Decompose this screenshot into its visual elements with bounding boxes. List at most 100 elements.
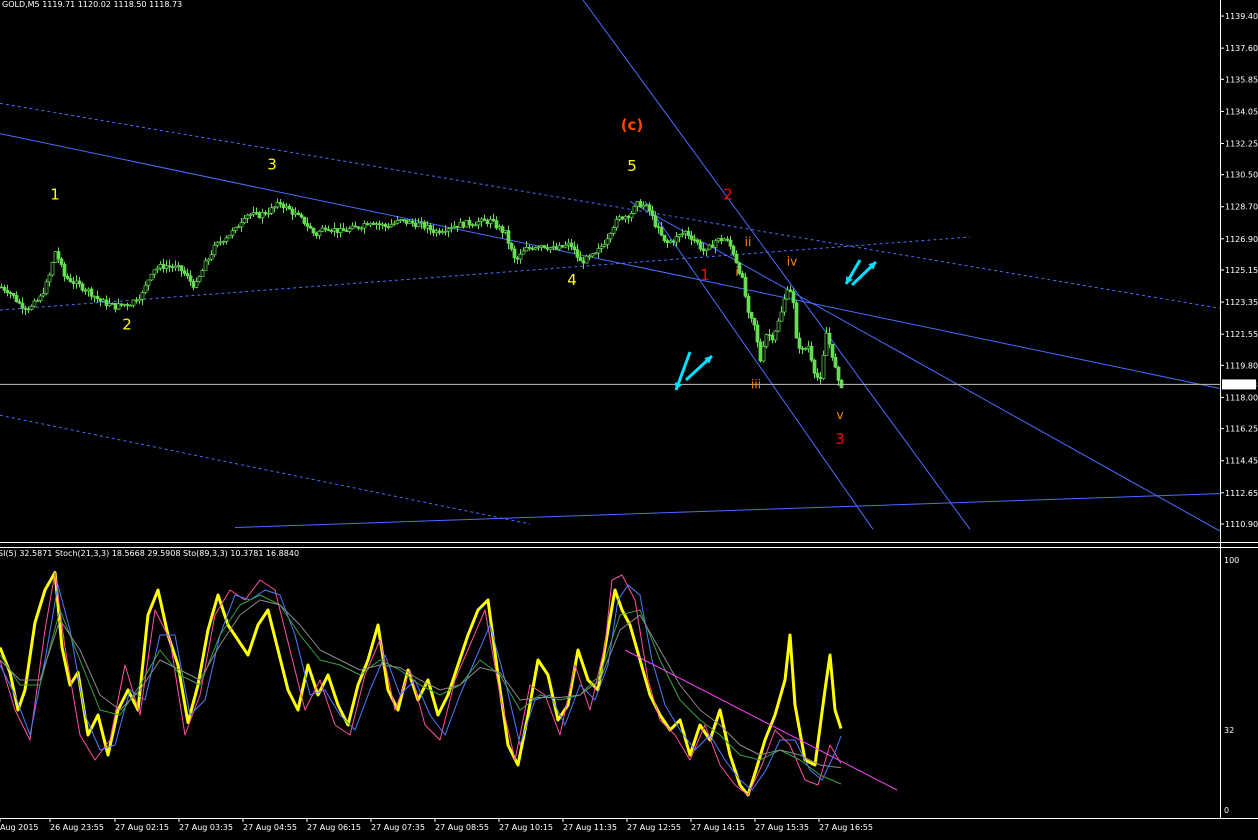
candle-body: [74, 280, 79, 284]
candle-body: [266, 212, 271, 215]
wave-label-5: 5: [627, 157, 637, 175]
candle-body: [11, 293, 16, 296]
candle-body: [581, 260, 586, 264]
trendline-3: [0, 236, 971, 311]
price-tick-label: 1135.85: [1225, 75, 1258, 84]
candle-body: [185, 273, 190, 277]
candle-body: [317, 230, 322, 236]
chart-canvas: 1118.73 12345(c)21 iiiiiiivv3 1139.401137…: [0, 0, 1258, 832]
candle-body: [545, 247, 550, 250]
oscillator-line-4: [0, 594, 842, 785]
oscillator-line-1: [0, 571, 843, 797]
candle-body: [827, 332, 832, 345]
price-tick-label: 1116.25: [1225, 425, 1258, 434]
candle-body: [722, 238, 727, 242]
candle-body: [503, 230, 508, 233]
candle-body: [578, 256, 583, 262]
time-tick-label: Aug 2015: [0, 823, 39, 832]
candle-body: [608, 233, 613, 240]
price-tick-label: 1123.35: [1225, 298, 1258, 307]
oscillator-ticks-layer: 100 32 0: [1224, 556, 1239, 815]
candle-body: [68, 278, 73, 283]
trendline-7: [644, 201, 874, 530]
arrow-up-1: [684, 354, 714, 382]
time-tick-label: 27 Aug 07:35: [371, 823, 425, 832]
trendline-1: [0, 102, 1221, 309]
candle-body: [122, 304, 127, 306]
time-tick-label: 27 Aug 15:35: [755, 823, 809, 832]
candle-body: [662, 234, 667, 241]
time-tick-label: 27 Aug 04:55: [243, 823, 297, 832]
candle-body: [629, 213, 634, 219]
candle-body: [560, 245, 565, 248]
candle-body: [227, 234, 232, 239]
candle-body: [656, 226, 661, 228]
candle-body: [89, 288, 94, 297]
candle-body: [707, 244, 712, 250]
candle-body: [536, 246, 541, 249]
candle-body: [176, 265, 181, 267]
candle-body: [791, 291, 796, 304]
candle-body: [836, 366, 841, 381]
wave-label-3: 3: [267, 155, 277, 173]
oscillator-line-2: [0, 572, 842, 796]
candle-body: [182, 270, 187, 274]
candle-body: [194, 281, 199, 288]
wave-label-9: i: [735, 265, 738, 279]
price-tick-label: 1139.40: [1225, 12, 1258, 21]
wave-label-14: 3: [835, 430, 845, 448]
candle-body: [116, 303, 121, 310]
candle-body: [359, 227, 364, 230]
candle-body: [62, 264, 67, 277]
trendline-5: [629, 200, 1221, 532]
candle-body: [773, 330, 778, 341]
price-tick-label: 1112.65: [1225, 489, 1258, 498]
candle-body: [149, 273, 154, 281]
candle-body: [701, 248, 706, 252]
candle-body: [137, 299, 142, 302]
candle-body: [398, 219, 403, 221]
candle-body: [728, 239, 733, 247]
candle-body: [800, 347, 805, 350]
price-tick-label: 1114.45: [1225, 457, 1258, 466]
candle-body: [80, 283, 85, 291]
candle-body: [461, 221, 466, 228]
candle-body: [710, 244, 715, 248]
candle-body: [365, 223, 370, 226]
candles-layer: [0, 198, 844, 389]
candle-body: [173, 265, 178, 269]
candle-body: [134, 299, 139, 302]
candle-body: [107, 303, 112, 306]
candle-body: [338, 228, 343, 234]
candle-body: [410, 220, 415, 224]
price-tick-label: 1119.80: [1225, 361, 1258, 370]
candle-body: [647, 204, 652, 212]
candle-body: [104, 299, 109, 306]
candle-body: [698, 241, 703, 250]
candle-body: [593, 252, 598, 255]
candle-body: [602, 244, 607, 247]
candle-body: [65, 275, 70, 279]
wave-labels-layer: 12345(c)21 iiiiiiivv3: [50, 116, 845, 448]
candle-body: [299, 214, 304, 218]
wave-label-4: 4: [567, 271, 577, 289]
candle-body: [671, 240, 676, 243]
candle-body: [611, 227, 616, 234]
candle-body: [539, 245, 544, 248]
candle-body: [83, 289, 88, 292]
candle-body: [47, 274, 52, 283]
candle-body: [833, 356, 838, 368]
candle-body: [401, 219, 406, 221]
candle-body: [767, 334, 772, 337]
candle-body: [584, 255, 589, 264]
candle-body: [125, 304, 130, 306]
candle-body: [431, 229, 436, 234]
candle-body: [146, 279, 151, 286]
oscillator-tick-label: 100: [1224, 556, 1239, 565]
candle-body: [41, 293, 46, 297]
current-price-label: 1118.73: [1224, 380, 1257, 389]
candle-body: [305, 223, 310, 227]
time-tick-label: 27 Aug 08:55: [435, 823, 489, 832]
candle-body: [383, 223, 388, 227]
candle-body: [353, 225, 358, 228]
